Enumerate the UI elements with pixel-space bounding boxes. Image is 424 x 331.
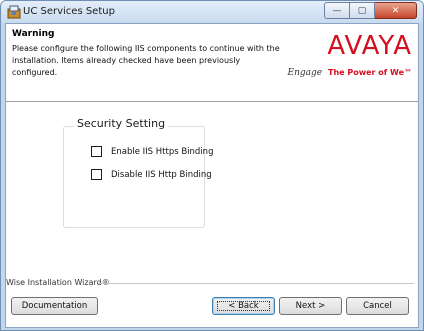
enable-https-label[interactable]: Enable IIS Https Binding (111, 147, 213, 157)
installer-app-icon (7, 5, 21, 19)
next-button[interactable]: Next > (279, 297, 342, 315)
option-disable-http[interactable]: Disable IIS Http Binding (91, 169, 212, 180)
maximize-button[interactable]: ▢ (350, 2, 375, 19)
option-enable-https[interactable]: Enable IIS Https Binding (91, 146, 213, 157)
title-bar[interactable]: UC Services Setup — ▢ ✕ (1, 1, 423, 23)
documentation-button[interactable]: Documentation (11, 297, 98, 315)
page-title: Warning (12, 29, 55, 39)
caption-buttons: — ▢ ✕ (324, 2, 417, 20)
cancel-button[interactable]: Cancel (346, 297, 409, 315)
logo-power-of-we: The Power of We™ (328, 68, 412, 77)
disable-http-label[interactable]: Disable IIS Http Binding (111, 170, 212, 180)
dialog-client-area: Warning Please configure the following I… (5, 23, 419, 328)
footer-divider (98, 283, 414, 284)
wizard-brand-label: Wise Installation Wizard® (6, 278, 110, 287)
enable-https-checkbox[interactable] (91, 146, 102, 157)
close-button[interactable]: ✕ (375, 2, 417, 19)
window-title: UC Services Setup (23, 6, 115, 17)
focus-indicator (217, 301, 270, 311)
logo-tagline: Engage The Power of We™ (288, 68, 412, 78)
avaya-logo: AVAYA Engage The Power of We™ (262, 31, 412, 91)
installer-window: UC Services Setup — ▢ ✕ Warning Please c… (0, 0, 424, 331)
group-label: Security Setting (74, 117, 169, 130)
disable-http-checkbox[interactable] (91, 169, 102, 180)
logo-engage-script: Engage (287, 68, 323, 78)
logo-wordmark: AVAYA (327, 31, 412, 61)
back-button[interactable]: < Back (212, 297, 275, 315)
page-description: Please configure the following IIS compo… (12, 44, 280, 77)
dialog-header: Warning Please configure the following I… (6, 24, 418, 102)
dialog-body: Security Setting Enable IIS Https Bindin… (6, 103, 418, 273)
minimize-button[interactable]: — (324, 2, 350, 19)
